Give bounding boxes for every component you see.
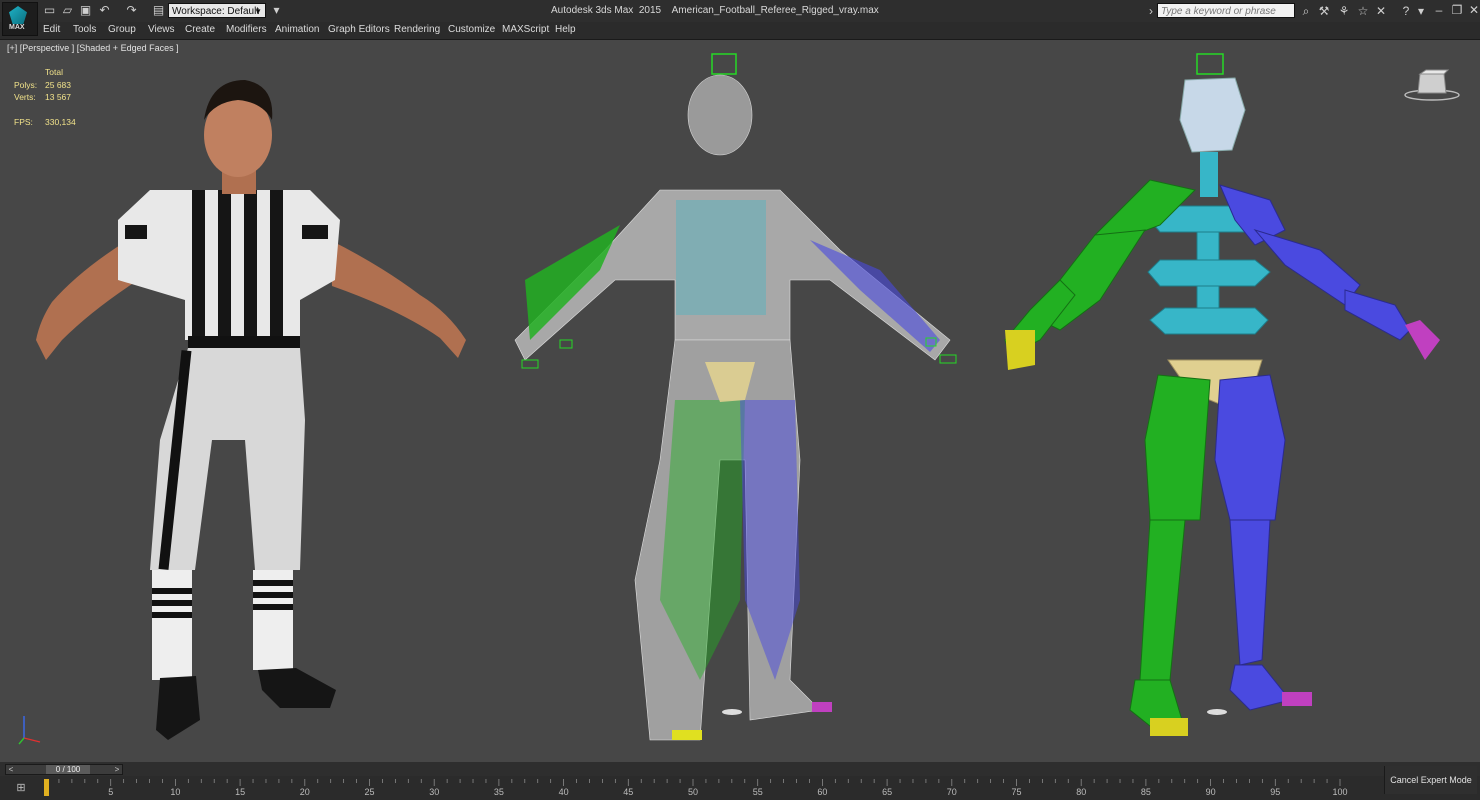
workspace-dropdown[interactable]: Workspace: Default ▼ [168,3,266,18]
track-bar-tick-label: 45 [623,787,633,797]
help-icon[interactable]: ? [1398,3,1414,19]
new-file-icon[interactable]: ▭ [42,3,57,18]
head-control [711,53,737,75]
rig-neck [1200,152,1218,197]
right-shoe [258,668,336,708]
stats-polys-value: 25 683 [45,79,71,90]
menu-rendering[interactable]: Rendering [394,24,440,35]
menu-maxscript[interactable]: MAXScript [502,24,549,35]
help-dropdown-icon[interactable]: ▾ [1413,3,1429,19]
left-sock [152,570,192,680]
quick-access-customize-icon[interactable]: ▾ [269,3,284,18]
search-input[interactable]: Type a keyword or phrase [1157,3,1295,18]
rig-left-toe [1150,718,1188,736]
track-bar-tick-label: 100 [1332,787,1347,797]
track-bar-tick-label: 5 [108,787,113,797]
track-bar-tick-label: 80 [1076,787,1086,797]
stats-polys-label: Polys: [14,79,38,90]
scene-models [36,53,1440,741]
redo-icon[interactable]: ↷ [124,3,139,18]
binoculars-icon[interactable]: ⌕ [1298,3,1314,19]
rig-right-toe [1282,692,1312,706]
menu-customize[interactable]: Customize [448,24,495,35]
exchange-apps-icon[interactable]: ✕ [1373,3,1389,19]
favorites-star-icon[interactable]: ☆ [1355,3,1371,19]
next-frame-button[interactable]: > [112,765,122,774]
track-bar-tick-label: 20 [300,787,310,797]
save-file-icon[interactable]: ▣ [78,3,93,18]
current-frame-marker[interactable] [44,779,49,796]
track-bar[interactable]: 5 10 15 20 25 30 35 40 45 50 55 60 65 70 75 80 85 90 95 100 [44,776,1384,800]
logo-text: MAX [9,24,25,31]
title-bar: MAX ▭ ▱ ▣ ↶ ↷ ▤ Workspace: Default ▼ ▾ A… [0,0,1480,36]
track-bar-tick-label: 75 [1011,787,1021,797]
axis-tripod-icon [18,716,41,745]
track-bar-tick-label: 85 [1141,787,1151,797]
track-bar-tick-label: 30 [429,787,439,797]
left-shoe [156,676,200,740]
track-bar-tick-label: 90 [1206,787,1216,797]
application-menu-button[interactable]: MAX [2,2,38,36]
menu-graph-editors[interactable]: Graph Editors [328,24,390,35]
track-bar-tick-label: 95 [1270,787,1280,797]
3dsmax-logo-icon [9,6,27,24]
menu-create[interactable]: Create [185,24,215,35]
track-bar-tick-label: 10 [170,787,180,797]
track-bar-row: ⊞ 5 10 15 20 25 30 35 40 45 50 55 60 65 70 75 80 85 90 95 1… [0,776,1480,800]
track-bar-tick-label: 25 [364,787,374,797]
track-bar-tick-label: 50 [688,787,698,797]
subscription-center-icon[interactable]: ⚒ [1316,3,1332,19]
menu-group[interactable]: Group [108,24,136,35]
rig-head-control [1196,53,1224,75]
cancel-expert-mode-button[interactable]: Cancel Expert Mode [1384,766,1477,794]
open-file-icon[interactable]: ▱ [60,3,75,18]
chevron-down-icon: ▼ [254,7,262,16]
menu-edit[interactable]: Edit [43,24,60,35]
track-bar-tick-label: 40 [559,787,569,797]
stats-fps-label: FPS: [14,117,33,127]
workspace-label: Workspace: Default [172,6,260,17]
undo-icon[interactable]: ↶ [97,3,112,18]
rig-right-hand [1405,320,1440,360]
track-bar-tick-label: 60 [817,787,827,797]
menu-views[interactable]: Views [148,24,175,35]
menu-tools[interactable]: Tools [73,24,96,35]
track-bar-tick-label: 15 [235,787,245,797]
viewport-label-menu[interactable]: [+] [Perspective ] [Shaded + Edged Faces… [7,43,179,53]
communication-center-icon[interactable]: ⚘ [1336,3,1352,19]
belt [188,336,300,350]
biped-rig-model[interactable] [722,53,1440,736]
rig-head [1179,77,1246,153]
menu-bar: Edit Tools Group Views Create Modifiers … [0,22,1480,39]
track-bar-tick-label: 65 [882,787,892,797]
prev-frame-button[interactable]: < [6,765,16,774]
stats-verts-label: Verts: [14,92,36,102]
close-button[interactable]: ✕ [1463,2,1480,18]
referee-textured-model[interactable] [36,80,466,740]
left-arm [36,240,132,360]
perspective-viewport[interactable]: [+] [Perspective ] [Shaded + Edged Faces… [0,39,1480,763]
menu-animation[interactable]: Animation [275,24,319,35]
time-slider[interactable]: < 0 / 100 > [5,764,123,775]
menu-help[interactable]: Help [555,24,576,35]
rig-left-hand [1005,330,1035,370]
set-project-folder-icon[interactable]: ▤ [151,3,166,18]
mini-curve-editor-icon[interactable]: ⊞ [10,780,32,796]
stats-verts-value: 13 567 [45,92,71,102]
track-bar-tick-label: 55 [753,787,763,797]
right-arm [330,240,466,358]
referee-wireframe-model[interactable] [514,53,957,741]
stats-fps-value: 330,134 [45,117,76,127]
time-slider-thumb[interactable]: 0 / 100 [46,765,90,774]
track-bar-tick-label: 70 [947,787,957,797]
track-bar-tick-label: 35 [494,787,504,797]
stats-header: Total [45,67,63,77]
time-slider-row: < 0 / 100 > [0,762,1480,776]
viewcube-icon[interactable] [1404,68,1460,102]
app-title: Autodesk 3ds Max 2015 American_Football_… [551,5,879,16]
menu-modifiers[interactable]: Modifiers [226,24,267,35]
